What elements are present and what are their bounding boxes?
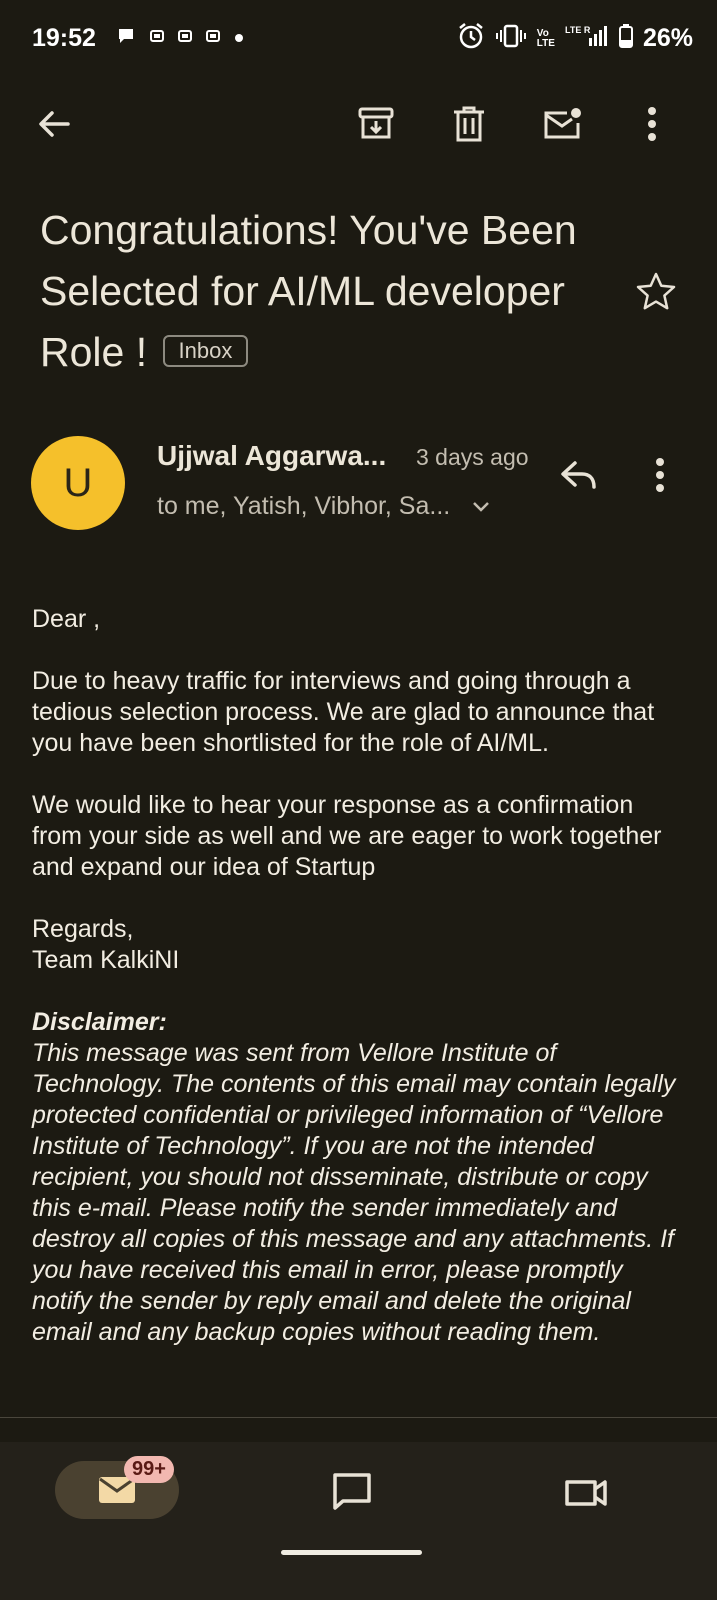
mark-unread-button[interactable]: [536, 98, 590, 150]
divider: [0, 1417, 717, 1418]
alarm-icon: [457, 22, 485, 55]
message-more-button[interactable]: [638, 452, 682, 498]
disclaimer-text: This message was sent from Vellore Insti…: [32, 1039, 676, 1346]
teams-icon: [206, 29, 220, 48]
more-vert-icon: [648, 107, 656, 141]
recipients-toggle[interactable]: to me, Yatish, Vibhor, Sa...: [157, 492, 491, 521]
vibrate-icon: [495, 24, 527, 53]
volte-indicator: Vo LTE: [536, 27, 555, 49]
more-notifications-dot-icon: [234, 30, 244, 48]
sender-name: Ujjwal Aggarwa...: [157, 440, 387, 471]
subject-text: Congratulations! You've Been Selected fo…: [40, 207, 577, 375]
gesture-bar[interactable]: [281, 1550, 422, 1555]
body-paragraph: Due to heavy traffic for interviews and …: [32, 667, 655, 757]
lte-text: LTE: [536, 37, 555, 49]
email-body: Dear , Due to heavy traffic for intervie…: [32, 604, 682, 1348]
email-toolbar: [0, 92, 717, 162]
greeting: Dear ,: [32, 605, 101, 633]
delete-button[interactable]: [443, 98, 495, 150]
signature: Team KalkiNI: [32, 946, 180, 974]
nav-meet-tab[interactable]: [556, 1464, 616, 1518]
system-icons: Vo LTE LTE R 26%: [457, 22, 693, 55]
status-bar: 19:52 Vo LTE LTE R 26%: [0, 0, 717, 80]
label-chip-inbox[interactable]: Inbox: [162, 335, 249, 367]
signal-icon: LTE R: [565, 24, 609, 53]
archive-icon: [358, 107, 394, 139]
nav-chat-tab[interactable]: [322, 1464, 382, 1518]
email-screen: 19:52 Vo LTE LTE R 26% Congratulations! …: [0, 0, 717, 1600]
notification-icons: [116, 26, 244, 51]
reply-icon: [561, 461, 596, 489]
regards: Regards,: [32, 915, 134, 943]
chat-icon: [333, 1473, 371, 1510]
status-time: 19:52: [32, 24, 96, 52]
archive-button[interactable]: [350, 98, 402, 150]
battery-icon: [618, 24, 633, 53]
arrow-left-icon: [39, 111, 70, 137]
trash-icon: [454, 106, 484, 142]
video-camera-icon: [565, 1480, 607, 1506]
email-subject: Congratulations! You've Been Selected fo…: [40, 200, 640, 383]
bottom-navigation: 99+: [0, 1442, 717, 1600]
star-button[interactable]: [634, 270, 678, 319]
svg-text:LTE R: LTE R: [565, 25, 591, 35]
avatar[interactable]: U: [31, 436, 125, 530]
battery-percent: 26%: [642, 24, 693, 52]
disclaimer-title: Disclaimer:: [32, 1008, 167, 1036]
chevron-down-icon: [473, 502, 490, 513]
teams-icon: [178, 29, 192, 48]
more-vert-icon: [656, 458, 664, 492]
recipients-text: to me, Yatish, Vibhor, Sa...: [157, 492, 451, 520]
back-button[interactable]: [28, 98, 80, 150]
volte-text: Vo: [536, 27, 549, 39]
body-paragraph: We would like to hear your response as a…: [32, 791, 662, 881]
teams-icon: [150, 29, 164, 48]
email-time: 3 days ago: [416, 444, 529, 470]
chat-bubble-icon: [116, 26, 136, 51]
mark-unread-icon: [544, 108, 581, 139]
star-icon: [636, 272, 676, 310]
reply-button[interactable]: [556, 452, 602, 498]
more-options-button[interactable]: [630, 98, 674, 150]
unread-badge: 99+: [124, 1456, 174, 1483]
